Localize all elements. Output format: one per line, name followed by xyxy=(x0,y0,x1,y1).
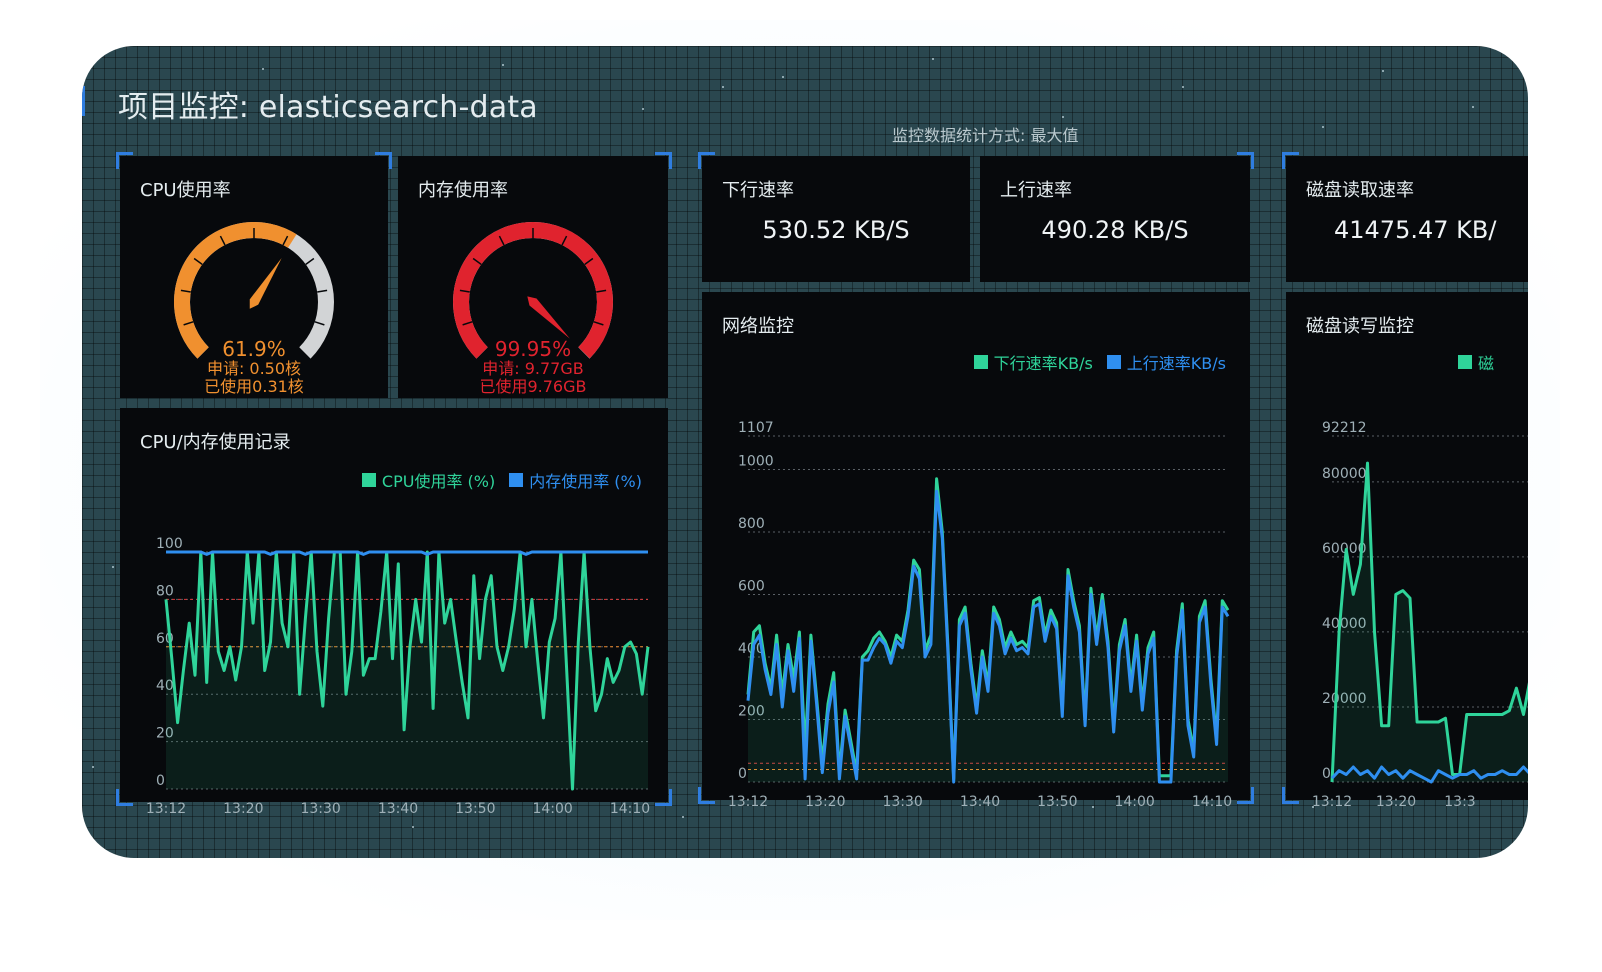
star xyxy=(1322,126,1324,128)
disk-io-panel: 磁盘读写监控 磁 92212 80000 60000 40000 20000 0 13:12… xyxy=(1282,292,1528,810)
gauge-percent: 61.9% xyxy=(222,337,286,361)
star xyxy=(932,58,934,60)
gauge-fill xyxy=(174,222,297,359)
network-chart: 11071000800600400200013:12 13:20 13:30 13:4… xyxy=(728,420,1232,810)
disk-io-chart: 9221280000600004000020000013:12 13:20 13:3 xyxy=(1312,420,1528,810)
star xyxy=(92,766,94,768)
disk-read-rate-title: 磁盘读取速率 xyxy=(1306,180,1414,201)
x-tick-label: 13:50 xyxy=(1037,794,1077,810)
x-tick-label: 14:10 xyxy=(1192,794,1232,810)
gauge-used: 已使用9.76GB xyxy=(479,377,586,396)
gauge-pointer xyxy=(249,257,282,309)
y-tick-label: 0 xyxy=(1322,766,1331,782)
cpu-gauge-panel: CPU使用率 61.9% 申请: 0.50核 已使用0.31核 xyxy=(116,152,392,398)
x-tick-label: 13:12 xyxy=(146,801,186,817)
up-rate-panel: 上行速率 490.28 KB/S xyxy=(980,152,1254,282)
x-tick-label: 14:00 xyxy=(532,801,572,817)
x-tick-label: 13:12 xyxy=(1312,794,1352,810)
star xyxy=(682,816,684,818)
star xyxy=(502,64,504,66)
y-tick-label: 100 xyxy=(156,536,183,552)
gauge-fill xyxy=(453,222,613,359)
series-line xyxy=(166,550,648,556)
star xyxy=(782,76,784,78)
cpu-memory-chart: 10080604020013:12 13:20 13:30 13:40 13:50 14:… xyxy=(146,536,650,817)
star xyxy=(642,108,644,110)
x-tick-label: 13:20 xyxy=(1376,794,1416,810)
network-monitor-panel: 网络监控 下行速率KB/s 上行速率KB/s 1107 1000 800 600 400… xyxy=(698,292,1254,810)
up-rate-title: 上行速率 xyxy=(1000,180,1072,201)
x-tick-label: 13:40 xyxy=(960,794,1000,810)
gauge-percent: 99.95% xyxy=(495,337,571,361)
down-rate-panel: 下行速率 530.52 KB/S xyxy=(698,152,970,282)
x-tick-label: 13:12 xyxy=(728,794,768,810)
x-tick-label: 13:20 xyxy=(805,794,845,810)
disk-read-rate-value: 41475.47 KB/ xyxy=(1334,216,1497,244)
corner-decor xyxy=(1237,152,1254,169)
cpu-memory-history-panel: CPU/内存使用记录 CPU使用率 (%) 内存使用率 (%) 100 80 60 4… xyxy=(116,408,672,817)
up-rate-value: 490.28 KB/S xyxy=(1041,216,1189,244)
memory-gauge: 99.95%申请: 9.77GB已使用9.76GB xyxy=(453,222,613,396)
dashboard-frame: 项目监控: elasticsearch-data 监控数据统计方式: 最大值 C… xyxy=(82,46,1528,858)
page-title: 项目监控: elasticsearch-data xyxy=(118,90,538,125)
star xyxy=(1062,116,1064,118)
star xyxy=(1382,70,1384,72)
y-tick-label: 80000 xyxy=(1322,466,1367,482)
y-tick-label: 800 xyxy=(738,516,765,532)
star xyxy=(1182,86,1184,88)
gauge-used: 已使用0.31核 xyxy=(204,377,304,396)
stat-mode-label: 监控数据统计方式: 最大值 xyxy=(892,126,1079,145)
y-tick-label: 1107 xyxy=(738,420,774,436)
title-accent-bar xyxy=(82,86,85,116)
gauge-request: 申请: 0.50核 xyxy=(207,359,301,378)
gauge-pointer xyxy=(527,296,570,339)
down-rate-title: 下行速率 xyxy=(722,180,794,201)
down-rate-value: 530.52 KB/S xyxy=(762,216,910,244)
star xyxy=(412,826,414,828)
x-tick-label: 13:50 xyxy=(455,801,495,817)
corner-decor xyxy=(698,152,715,169)
x-tick-label: 13:3 xyxy=(1444,794,1475,810)
cpu-gauge: 61.9%申请: 0.50核已使用0.31核 xyxy=(174,222,334,396)
memory-gauge-panel: 内存使用率 99.95% 申请: 9.77GB 已使用9.76GB xyxy=(398,152,672,398)
star xyxy=(262,68,264,70)
y-tick-label: 0 xyxy=(738,766,747,782)
y-tick-label: 92212 xyxy=(1322,420,1367,436)
corner-decor xyxy=(1282,152,1299,169)
series-area xyxy=(1332,463,1528,782)
star xyxy=(1472,106,1474,108)
gauge-request: 申请: 9.77GB xyxy=(482,359,583,378)
x-tick-label: 13:30 xyxy=(300,801,340,817)
x-tick-label: 14:10 xyxy=(610,801,650,817)
star xyxy=(112,566,114,568)
y-tick-label: 1000 xyxy=(738,453,774,469)
y-tick-label: 80 xyxy=(156,583,174,599)
star xyxy=(722,86,724,88)
star xyxy=(1092,806,1094,808)
x-tick-label: 13:30 xyxy=(882,794,922,810)
x-tick-label: 13:40 xyxy=(378,801,418,817)
y-tick-label: 600 xyxy=(738,578,765,594)
x-tick-label: 13:20 xyxy=(223,801,263,817)
disk-read-rate-panel: 磁盘读取速率 41475.47 KB/ xyxy=(1282,152,1528,282)
x-tick-label: 14:00 xyxy=(1114,794,1154,810)
y-tick-label: 0 xyxy=(156,773,165,789)
